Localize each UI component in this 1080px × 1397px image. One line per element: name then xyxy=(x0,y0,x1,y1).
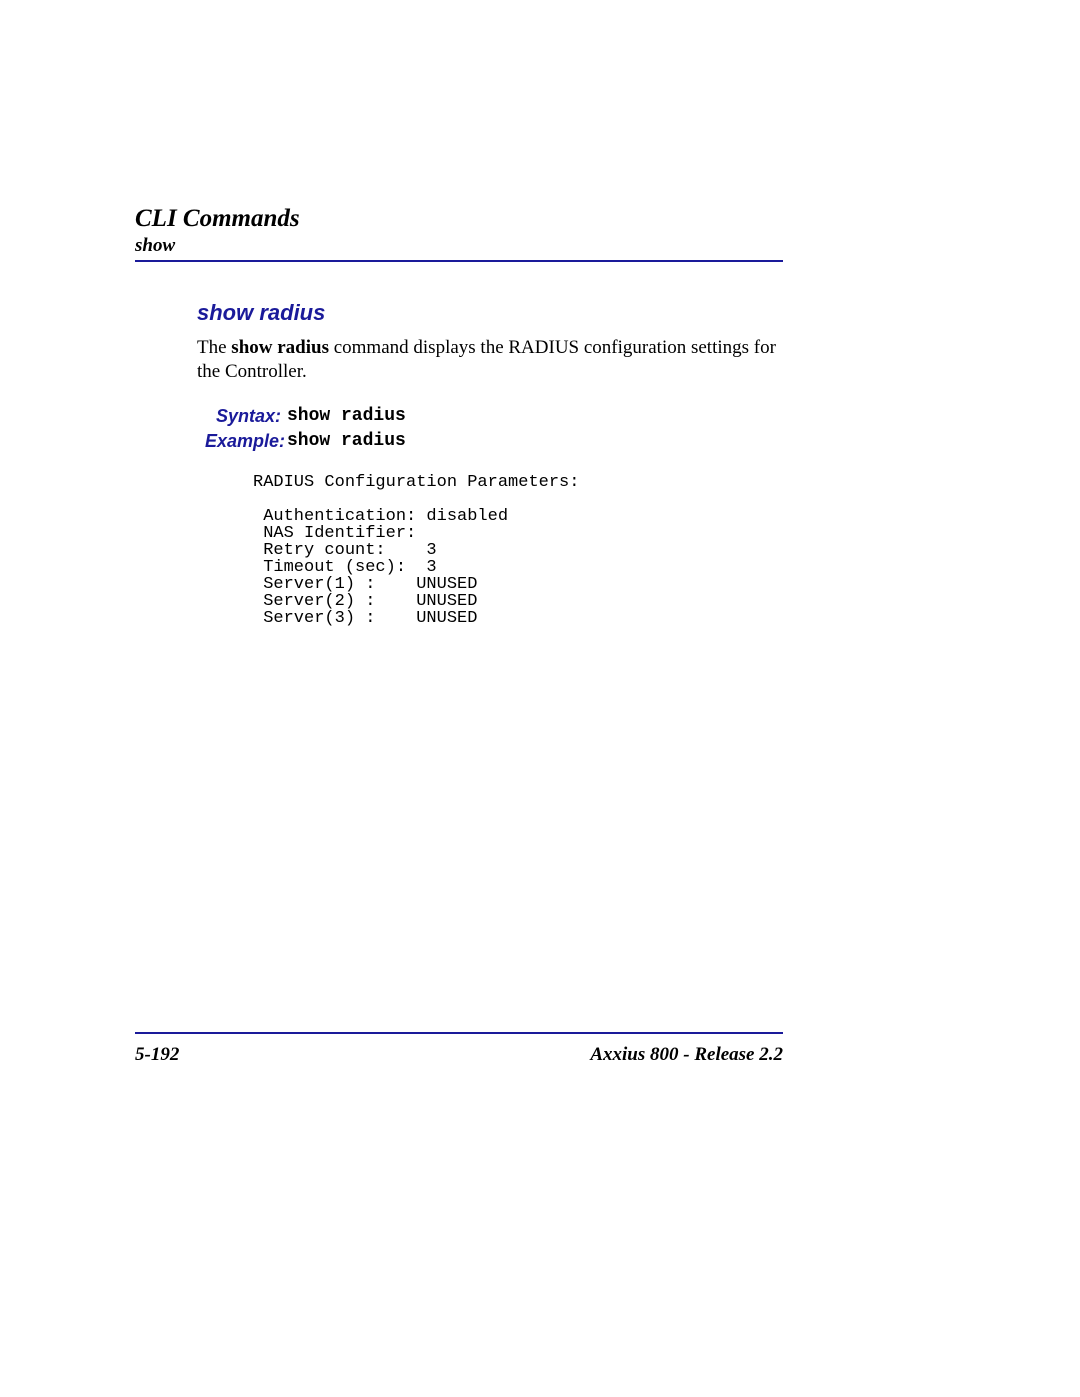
page-content: CLI Commands show show radius The show r… xyxy=(135,205,783,627)
syntax-value: show radius xyxy=(287,406,406,427)
footer-rule xyxy=(135,1032,783,1034)
command-heading: show radius xyxy=(197,300,783,326)
syntax-row: Syntax: show radius xyxy=(205,406,783,427)
chapter-title: CLI Commands xyxy=(135,205,783,233)
example-row: Example: show radius xyxy=(205,431,783,452)
subsection-label: show xyxy=(135,235,783,257)
desc-bold: show radius xyxy=(231,337,329,358)
example-value: show radius xyxy=(287,431,406,452)
command-output: RADIUS Configuration Parameters: Authent… xyxy=(253,474,783,627)
content-block: show radius The show radius command disp… xyxy=(197,300,783,627)
command-description: The show radius command displays the RAD… xyxy=(197,336,783,384)
syntax-label: Syntax: xyxy=(205,406,287,427)
product-release: Axxius 800 - Release 2.2 xyxy=(590,1044,783,1066)
page-number: 5-192 xyxy=(135,1044,179,1066)
syntax-block: Syntax: show radius Example: show radius xyxy=(205,406,783,452)
page-footer: 5-192 Axxius 800 - Release 2.2 xyxy=(135,1032,783,1066)
example-label: Example: xyxy=(205,431,287,452)
header-rule xyxy=(135,260,783,262)
footer-row: 5-192 Axxius 800 - Release 2.2 xyxy=(135,1044,783,1066)
desc-pre: The xyxy=(197,337,231,358)
